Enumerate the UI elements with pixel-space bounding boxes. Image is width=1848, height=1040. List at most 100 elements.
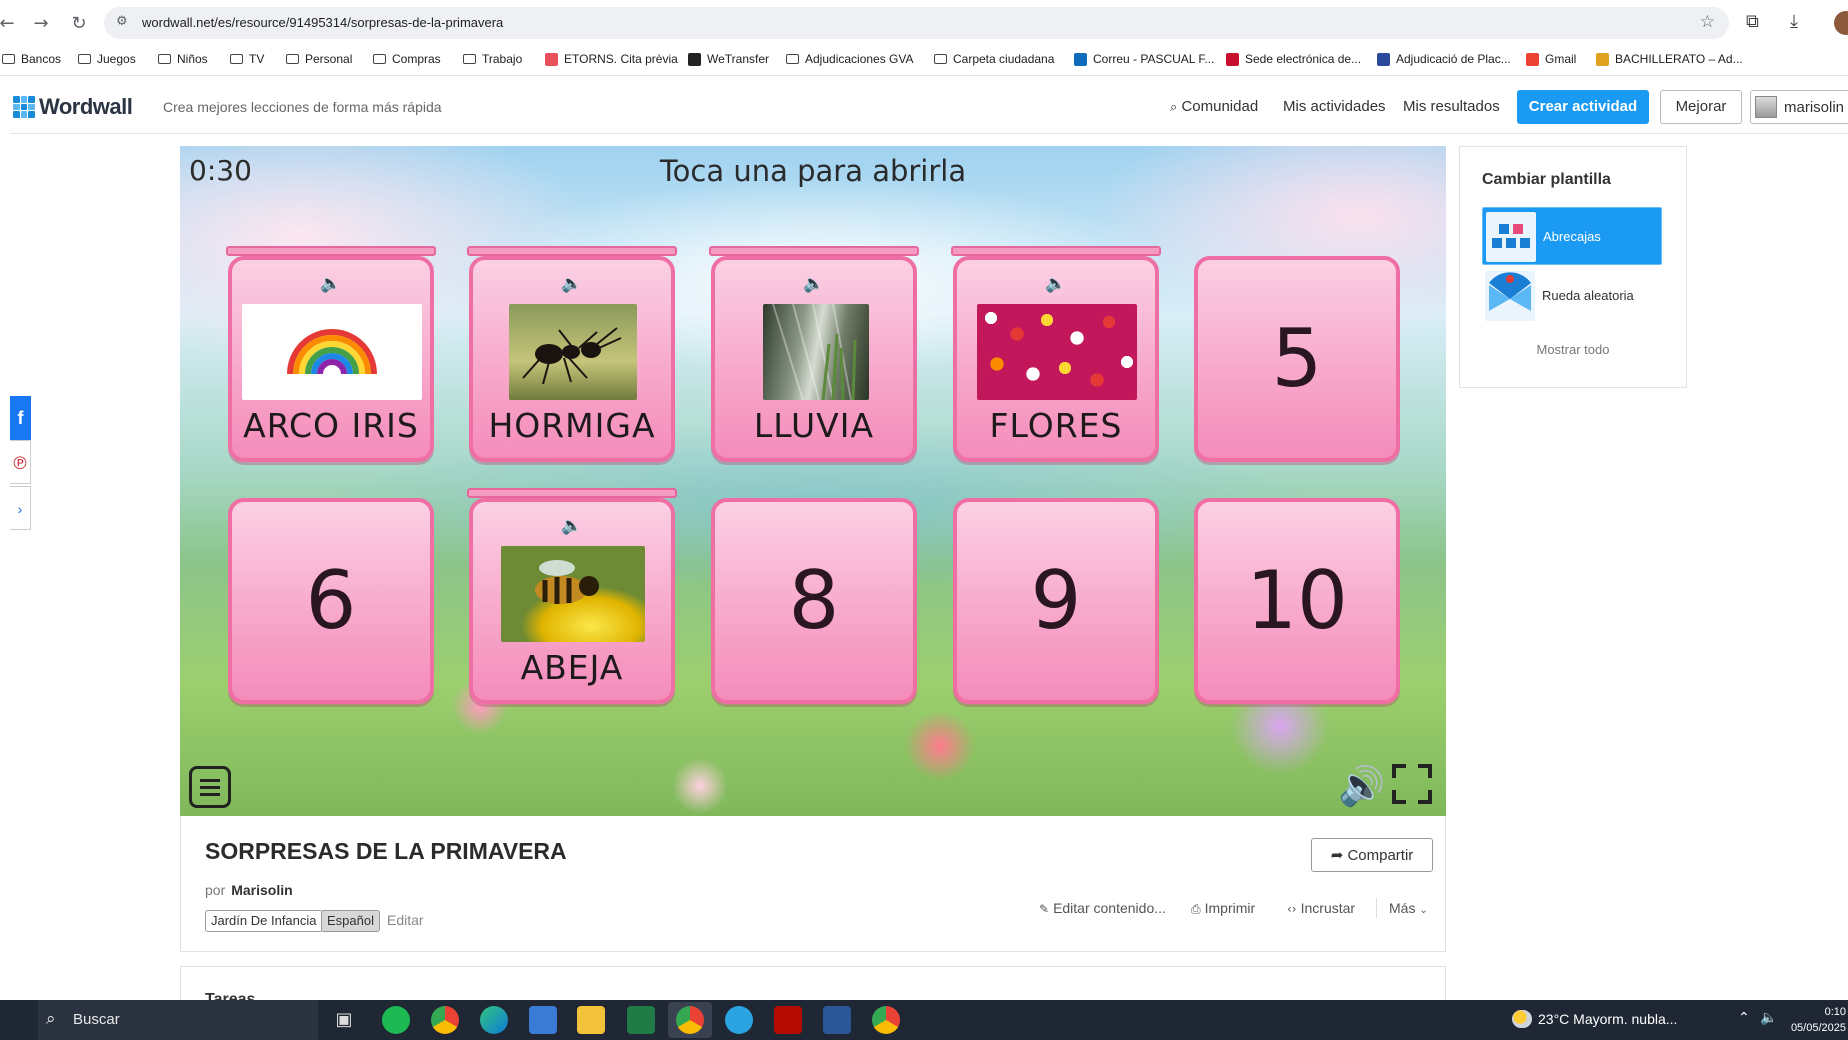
bookmark-item[interactable]: Adjudicaciones GVA bbox=[786, 52, 914, 66]
bookmark-item[interactable]: Juegos bbox=[78, 52, 136, 66]
box-card[interactable]: 🔈 ABEJA bbox=[467, 488, 677, 704]
box-lid bbox=[226, 246, 436, 256]
avatar bbox=[1755, 96, 1777, 118]
logo-grid-icon bbox=[13, 96, 35, 118]
card-label: ARCO IRIS bbox=[243, 406, 419, 445]
show-all-link[interactable]: Mostrar todo bbox=[1460, 342, 1686, 357]
box-card[interactable]: 🔈 ARCO IRIS bbox=[226, 246, 436, 462]
upgrade-button[interactable]: Mejorar bbox=[1660, 90, 1742, 124]
box-card[interactable]: 6 bbox=[228, 498, 434, 704]
bookmark-item[interactable]: BACHILLERATO – Ad... bbox=[1596, 52, 1743, 66]
box-card[interactable]: 🔈 FLORES bbox=[951, 246, 1161, 462]
wordwall-logo[interactable]: Wordwall bbox=[13, 94, 133, 120]
bookmark-item[interactable]: Adjudicació de Plac... bbox=[1377, 52, 1511, 66]
folder-icon bbox=[78, 54, 91, 64]
taskbar-search[interactable]: ⌕ Buscar bbox=[38, 1000, 318, 1040]
url-text[interactable]: wordwall.net/es/resource/91495314/sorpre… bbox=[142, 15, 503, 30]
speaker-icon[interactable]: 🔈 bbox=[957, 274, 1155, 294]
speaker-icon[interactable]: 🔈 bbox=[232, 274, 430, 294]
nav-mis-actividades[interactable]: Mis actividades bbox=[1283, 98, 1386, 115]
chrome-icon[interactable] bbox=[676, 1006, 704, 1034]
create-activity-button[interactable]: Crear actividad bbox=[1517, 90, 1649, 124]
share-button[interactable]: ➦ Compartir bbox=[1311, 838, 1433, 872]
edge-icon[interactable] bbox=[480, 1006, 508, 1034]
box-card[interactable]: 🔈 LLUVIA bbox=[709, 246, 919, 462]
more-menu[interactable]: Más ⌄ bbox=[1389, 900, 1428, 916]
site-info-icon[interactable]: ⚙ bbox=[116, 14, 128, 29]
speaker-icon[interactable]: 🔈 bbox=[715, 274, 913, 294]
nav-mis-resultados[interactable]: Mis resultados bbox=[1403, 98, 1500, 115]
box-card[interactable]: 8 bbox=[711, 498, 917, 704]
edit-content-link[interactable]: ✎ Editar contenido... bbox=[1039, 900, 1166, 916]
bookmark-item[interactable]: Carpeta ciudadana bbox=[934, 52, 1054, 66]
folder-icon bbox=[786, 54, 799, 64]
system-clock[interactable]: 0:10 05/05/2025 bbox=[1784, 1004, 1846, 1036]
store-icon[interactable] bbox=[529, 1006, 557, 1034]
box-card[interactable]: 10 bbox=[1194, 498, 1400, 704]
card-number: 9 bbox=[1030, 554, 1082, 647]
box-card[interactable]: 5 bbox=[1194, 256, 1400, 462]
volume-icon[interactable]: 🔈 bbox=[1760, 1010, 1777, 1026]
word-icon[interactable] bbox=[823, 1006, 851, 1034]
pinterest-share-icon[interactable]: ℗ bbox=[10, 440, 31, 484]
acrobat-icon[interactable] bbox=[774, 1006, 802, 1034]
file-explorer-icon[interactable] bbox=[577, 1006, 605, 1034]
telegram-icon[interactable] bbox=[725, 1006, 753, 1034]
forward-icon[interactable]: → bbox=[28, 11, 54, 37]
boxes-icon bbox=[1486, 212, 1536, 262]
print-link[interactable]: ⎙ Imprimir bbox=[1191, 900, 1255, 917]
game-menu-icon[interactable] bbox=[189, 766, 231, 808]
bookmark-item[interactable]: Personal bbox=[286, 52, 352, 66]
folder-icon bbox=[230, 54, 243, 64]
speaker-icon[interactable]: 🔈 bbox=[473, 516, 671, 536]
author-link[interactable]: Marisolin bbox=[231, 882, 292, 898]
bookmark-item[interactable]: WeTransfer bbox=[688, 52, 769, 66]
facebook-share-icon[interactable]: f bbox=[10, 396, 31, 440]
nav-comunidad[interactable]: ⌕ Comunidad bbox=[1170, 98, 1258, 115]
extensions-icon[interactable]: ⧉ bbox=[1746, 11, 1759, 32]
bookmark-item[interactable]: Bancos bbox=[2, 52, 61, 66]
activity-title: SORPRESAS DE LA PRIMAVERA bbox=[205, 838, 567, 864]
edit-tags-link[interactable]: Editar bbox=[387, 912, 424, 928]
bookmark-star-icon[interactable]: ☆ bbox=[1700, 12, 1715, 32]
card-number: 6 bbox=[305, 554, 357, 647]
template-abrecajas[interactable]: Abrecajas bbox=[1482, 207, 1662, 265]
tag-language[interactable]: Español bbox=[321, 910, 380, 932]
box-card[interactable]: 🔈 HORMIGA bbox=[467, 246, 677, 462]
profile-avatar[interactable] bbox=[1834, 11, 1848, 35]
bookmark-item[interactable]: Sede electrónica de... bbox=[1226, 52, 1361, 66]
downloads-icon[interactable]: ⤓ bbox=[1790, 11, 1798, 32]
sound-icon[interactable]: 🔊 bbox=[1338, 764, 1385, 809]
more-share-icon[interactable]: › bbox=[10, 486, 31, 530]
bookmark-item[interactable]: Gmail bbox=[1526, 52, 1576, 66]
outlook-icon bbox=[1074, 52, 1087, 66]
speaker-icon[interactable]: 🔈 bbox=[473, 274, 671, 294]
folder-icon bbox=[286, 54, 299, 64]
bookmark-item[interactable]: Compras bbox=[373, 52, 441, 66]
tag-level[interactable]: Jardín De Infancia bbox=[205, 910, 323, 932]
excel-icon[interactable] bbox=[627, 1006, 655, 1034]
task-view-icon[interactable]: ▣ bbox=[330, 1006, 358, 1034]
reload-icon[interactable]: ↻ bbox=[66, 11, 92, 37]
share-icon: ➦ bbox=[1330, 846, 1344, 864]
bee-image bbox=[501, 546, 645, 642]
spotify-icon[interactable] bbox=[382, 1006, 410, 1034]
fullscreen-icon[interactable] bbox=[1392, 764, 1432, 804]
weather-text[interactable]: 23°C Mayorm. nubla... bbox=[1538, 1011, 1677, 1027]
bookmark-item[interactable]: TV bbox=[230, 52, 264, 66]
search-icon: ⌕ bbox=[46, 1009, 56, 1029]
card-label: ABEJA bbox=[520, 648, 624, 687]
template-rueda-aleatoria[interactable]: Rueda aleatoria bbox=[1482, 267, 1662, 325]
bookmark-item[interactable]: ETORNS. Cita prèvia bbox=[545, 52, 678, 66]
address-bar[interactable]: ⚙ wordwall.net/es/resource/91495314/sorp… bbox=[104, 7, 1729, 39]
user-menu[interactable]: marisolin bbox=[1750, 90, 1848, 124]
chrome-icon[interactable] bbox=[872, 1006, 900, 1034]
embed-link[interactable]: ‹› Incrustar bbox=[1287, 900, 1355, 916]
chrome-icon[interactable] bbox=[431, 1006, 459, 1034]
bookmark-item[interactable]: Trabajo bbox=[463, 52, 522, 66]
tray-chevron-icon[interactable]: ⌃ bbox=[1738, 1010, 1750, 1026]
bookmark-item[interactable]: Niños bbox=[158, 52, 208, 66]
back-icon[interactable]: ← bbox=[0, 11, 20, 37]
box-card[interactable]: 9 bbox=[953, 498, 1159, 704]
bookmark-item[interactable]: Correu - PASCUAL F... bbox=[1074, 52, 1214, 66]
